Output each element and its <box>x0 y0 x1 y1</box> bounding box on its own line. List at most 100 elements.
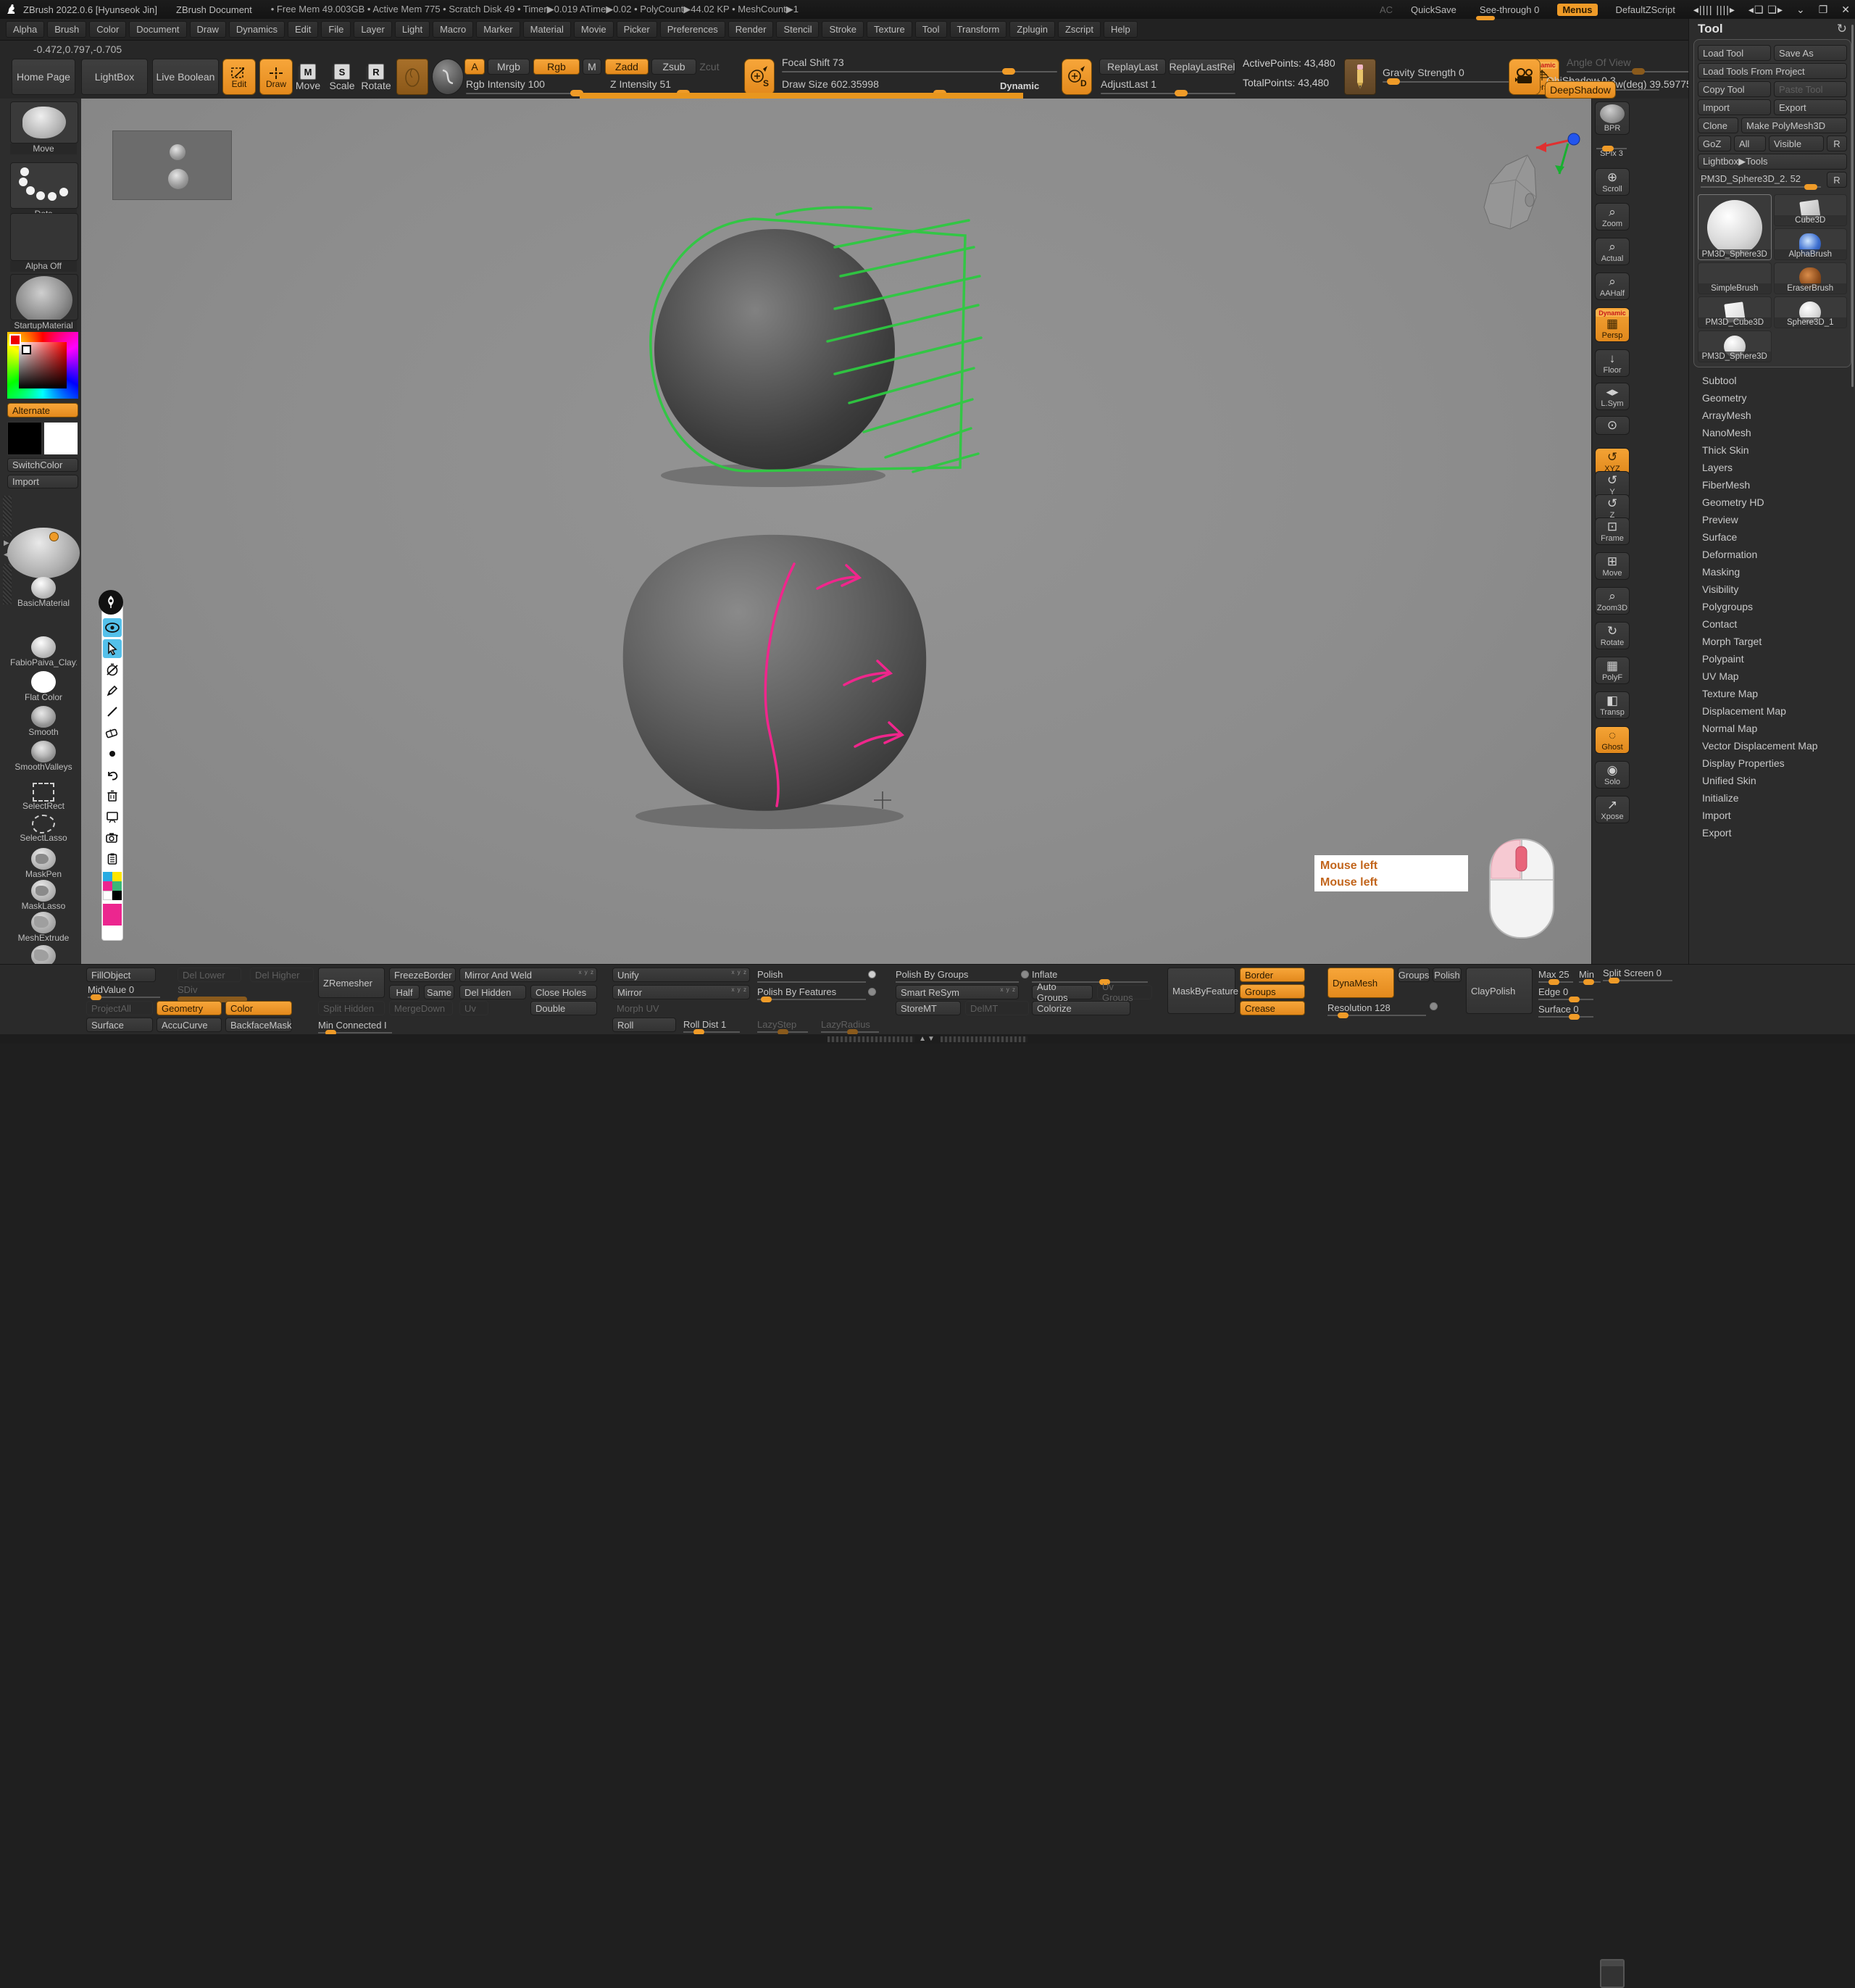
quick-pick-item[interactable]: SelectLasso <box>10 815 77 843</box>
subpalette-row[interactable]: Visibility <box>1696 581 1848 598</box>
del-higher-button[interactable]: Del Higher <box>250 968 314 982</box>
project-all-button[interactable]: ProjectAll <box>86 1001 153 1015</box>
timer-off-icon[interactable] <box>103 660 122 679</box>
dynamesh-button[interactable]: DynaMesh <box>1327 968 1394 998</box>
color-swatch-yellow[interactable] <box>112 872 122 881</box>
subpalette-row[interactable]: Texture Map <box>1696 685 1848 702</box>
import-texture-button[interactable]: Import <box>7 475 78 488</box>
camera-button[interactable] <box>1509 59 1541 95</box>
subpalette-row[interactable]: Initialize <box>1696 789 1848 807</box>
colorize-button[interactable]: Colorize <box>1032 1001 1130 1015</box>
line-icon[interactable] <box>103 702 122 721</box>
auto-groups-button[interactable]: Auto Groups <box>1032 985 1093 999</box>
shelf-button[interactable]: ↻ Rotate <box>1595 622 1630 649</box>
minimize-button[interactable]: ⌄ <box>1796 4 1806 16</box>
roll-button[interactable]: Roll <box>612 1018 676 1032</box>
make-polymesh3d-button[interactable]: Make PolyMesh3D <box>1741 117 1847 133</box>
double-button[interactable]: Double <box>530 1001 597 1015</box>
save-as-button[interactable]: Save As <box>1774 45 1847 61</box>
backface-mask-button[interactable]: BackfaceMask <box>225 1018 292 1032</box>
menu-item[interactable]: Help <box>1104 21 1138 38</box>
tool-panel-reset-icon[interactable]: ↻ <box>1837 22 1847 36</box>
zsub-button[interactable]: Zsub <box>651 59 696 75</box>
shelf-button[interactable]: ◉ Solo <box>1595 761 1630 789</box>
window-layout-icon[interactable]: ◂❏ ❏▸ <box>1748 4 1783 16</box>
goz-r-button[interactable]: R <box>1827 136 1847 151</box>
mrgb-button[interactable]: Mrgb <box>488 59 530 75</box>
tray-drag-handle2[interactable] <box>941 1036 1027 1042</box>
quick-pick-item[interactable]: MeshExtrude <box>10 912 77 943</box>
dynamesh-polish-button[interactable]: Polish <box>1433 968 1462 982</box>
del-mt-button[interactable]: DelMT <box>965 1001 1029 1015</box>
clipboard-icon[interactable] <box>103 849 122 868</box>
anchor-mode-button[interactable]: A <box>464 59 485 75</box>
subpalette-row[interactable]: Geometry HD <box>1696 494 1848 511</box>
uv-groups-button[interactable]: Uv Groups <box>1097 985 1152 999</box>
menu-item[interactable]: Macro <box>433 21 473 38</box>
shelf-button[interactable]: ↗ Xpose <box>1595 796 1630 823</box>
quick-pick-item[interactable]: MaskPen <box>10 848 77 879</box>
replay-last-button[interactable]: ReplayLast <box>1099 59 1166 75</box>
menu-item[interactable]: Preferences <box>660 21 725 38</box>
shelf-button[interactable]: ⌕ Zoom3D <box>1595 587 1630 615</box>
tool-panel-scrollbar[interactable] <box>1851 25 1854 387</box>
midvalue-slider[interactable]: MidValue 0 <box>88 984 160 998</box>
subpalette-row[interactable]: Subtool <box>1696 372 1848 389</box>
polish-slider[interactable]: Polish <box>757 969 866 983</box>
lightbox-button[interactable]: LightBox <box>81 59 148 95</box>
border-button[interactable]: Border <box>1240 968 1305 982</box>
tray-resize-handle[interactable] <box>3 496 12 536</box>
tool-thumbnail[interactable]: PM3D_Sphere3D <box>1698 194 1772 260</box>
menu-item[interactable]: Color <box>89 21 126 38</box>
color-swatch-blue[interactable] <box>103 872 112 881</box>
subpalette-row[interactable]: FiberMesh <box>1696 476 1848 494</box>
subpalette-row[interactable]: ArrayMesh <box>1696 407 1848 424</box>
load-tools-from-project-button[interactable]: Load Tools From Project <box>1698 63 1847 79</box>
color-picker[interactable] <box>7 332 78 399</box>
alternate-button[interactable]: Alternate <box>7 403 78 417</box>
uv-button[interactable]: Uv <box>459 1001 488 1015</box>
close-holes-button[interactable]: Close Holes <box>530 985 597 999</box>
surface-button[interactable]: Surface <box>86 1018 153 1032</box>
see-through-handle[interactable] <box>1476 16 1495 20</box>
freeze-border-button[interactable]: FreezeBorder <box>389 968 456 982</box>
menu-item[interactable]: Stencil <box>776 21 819 38</box>
subpalette-row[interactable]: Export <box>1696 824 1848 841</box>
subpalette-row[interactable]: Deformation <box>1696 546 1848 563</box>
import-button[interactable]: Import <box>1698 99 1771 115</box>
shelf-button[interactable]: ◂▸ L.Sym <box>1595 383 1630 410</box>
mask-by-feature-button[interactable]: MaskByFeature <box>1167 968 1235 1014</box>
zcut-button[interactable]: Zcut <box>699 59 720 75</box>
menu-item[interactable]: Tool <box>915 21 947 38</box>
subpalette-row[interactable]: Polygroups <box>1696 598 1848 615</box>
menu-item[interactable]: Picker <box>617 21 657 38</box>
crease-button[interactable]: Crease <box>1240 1001 1305 1015</box>
main-color-swatch[interactable] <box>7 422 42 455</box>
del-lower-button[interactable]: Del Lower <box>178 968 241 982</box>
z-intensity-slider[interactable]: Z Intensity 51 <box>610 78 738 94</box>
morph-uv-button[interactable]: Morph UV <box>612 1001 678 1015</box>
goz-button[interactable]: GoZ <box>1698 136 1731 151</box>
trash-icon[interactable] <box>103 786 122 805</box>
sdiv-slider[interactable]: SDiv <box>178 984 247 1002</box>
merge-down-button[interactable]: MergeDown <box>389 1001 453 1015</box>
eraser-icon[interactable] <box>103 723 122 742</box>
quick-pick-item[interactable]: MaskLasso <box>10 880 77 911</box>
document-canvas[interactable]: Mouse left Mouse left <box>81 99 1593 964</box>
deep-shadow-button[interactable]: DeepShadow <box>1545 81 1616 99</box>
polish-by-features-slider[interactable]: Polish By Features <box>757 986 866 1000</box>
shelf-button[interactable]: ⊙ <box>1595 416 1630 435</box>
claypolish-min-slider[interactable]: Min <box>1579 969 1601 983</box>
subpalette-row[interactable]: Normal Map <box>1696 720 1848 737</box>
tool-thumbnail[interactable]: SimpleBrush <box>1698 262 1772 294</box>
subpalette-row[interactable]: Polypaint <box>1696 650 1848 667</box>
tool-thumbnail[interactable]: Cube3D <box>1774 194 1848 226</box>
subpalette-row[interactable]: NanoMesh <box>1696 424 1848 441</box>
dynamesh-groups-button[interactable]: Groups <box>1398 968 1430 982</box>
mirror-button[interactable]: Mirrorx y z <box>612 985 750 999</box>
tool-thumbnail[interactable]: EraserBrush <box>1774 262 1848 294</box>
export-button[interactable]: Export <box>1774 99 1847 115</box>
replay-last-rel-button[interactable]: ReplayLastRel <box>1169 59 1235 75</box>
edit-button[interactable]: Edit <box>222 59 256 95</box>
split-hidden-button[interactable]: Split Hidden <box>318 1001 385 1015</box>
